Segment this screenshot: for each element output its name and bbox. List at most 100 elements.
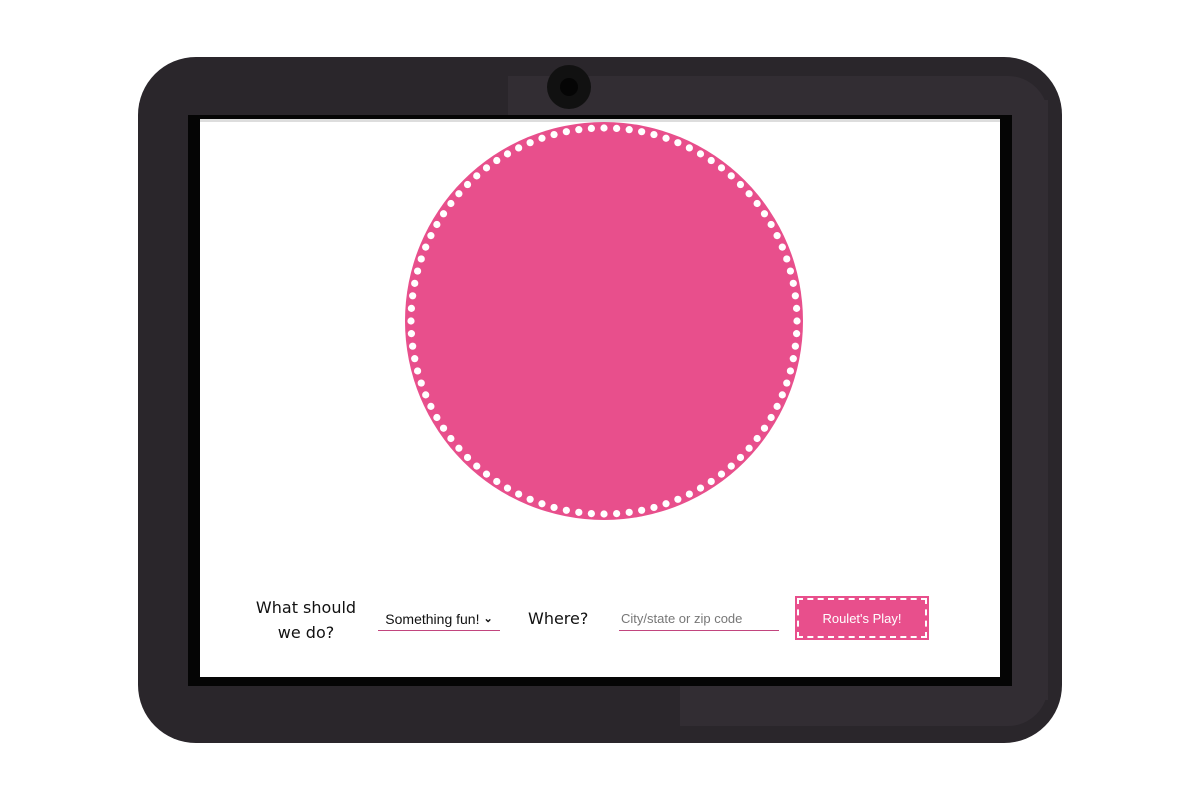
logo-border-dot [717,470,726,478]
logo-border-dot [447,434,455,443]
logo-border-dot [575,126,583,134]
logo-border-dot [783,255,791,263]
logo-border-dot [745,190,753,198]
logo-border-dot [707,477,715,486]
logo-border-dot [562,128,570,136]
logo-border-dot [455,190,463,198]
logo-border-dot [791,342,799,350]
logo-border-dot [760,424,769,432]
logo-border-dot [417,379,425,387]
logo-border-dot [613,509,621,518]
logo-border-dot [433,220,441,229]
logo-border-dot [493,477,501,486]
location-input[interactable] [619,607,779,631]
logo-border-dot [638,128,646,136]
where-label: Where? [528,609,589,628]
logo-border-dot [417,255,425,263]
logo-border-dot [422,243,430,251]
logo-border-dot [587,509,595,518]
logo-border-dot [427,402,435,410]
logo-border-dot [778,243,786,251]
logo-border-dot [783,379,791,387]
logo-border-dot [792,330,801,338]
app-screen: Roulet's Go Out What should we do? Somet… [200,119,1000,677]
logo-border-dot [409,342,417,350]
logo-border-dot [411,355,419,363]
logo-border-dot [587,124,595,133]
logo-border-dot [409,292,417,300]
logo-border-dot [662,134,670,142]
logo-border-dot [773,402,781,410]
logo-border-dot [407,304,416,312]
logo-border-dot [503,484,512,492]
logo-border-dot [789,355,797,363]
logo-border-dot [685,490,693,498]
activity-select[interactable]: Something fun! ⌄ [378,607,500,631]
logo-border-dot [736,453,745,462]
logo-border-dot [696,150,705,158]
logo-border-dot [538,134,546,142]
logo-border-dot [575,508,583,516]
logo-border-dot [600,510,608,518]
logo-border-dot [736,180,745,189]
logo-border-dot [717,164,726,172]
camera-lens [560,78,578,96]
logo-border-dot [791,292,799,300]
logo-border-dot [778,391,786,399]
logo-border-dot [753,434,761,443]
logo-border-dot [767,413,775,422]
logo-border-dot [767,220,775,229]
logo-border-dot [625,126,633,134]
logo-border-dot [696,484,705,492]
logo-border-dot [463,453,472,462]
logo-border-dot [773,232,781,240]
logo-border-dot [600,124,608,132]
logo-border-dot [789,279,797,287]
logo-border-dot [562,506,570,514]
logo-border-dot [727,172,735,180]
logo-border-dot [413,267,422,275]
logo-border-dot [727,462,735,470]
logo-border-dot [515,144,523,152]
logo-border-dot [455,444,463,452]
logo-border-dot [674,495,682,503]
logo-border-dot [433,413,441,422]
logo-border-dot [439,210,448,218]
logo-border-dot [526,139,534,147]
logo-border-dot [707,156,715,165]
logo-border-dot [786,267,795,275]
logo-border-dot [685,144,693,152]
logo-border-dot [745,444,753,452]
logo-border-dot [650,503,658,512]
logo-border-dot [792,304,801,312]
logo-border-dot [613,124,621,133]
activity-label: What should we do? [255,598,357,642]
logo-border-dot [650,130,658,139]
logo-border-dot [439,424,448,432]
logo-border-dot [760,210,769,218]
logo-border-dot [447,199,455,208]
tablet-frame-shade-right [1010,100,1048,700]
play-button[interactable]: Roulet's Play! [795,596,929,640]
logo-border-dot [411,279,419,287]
logo-border-dot [482,164,491,172]
logo-border-dot [625,508,633,516]
roulette-logo: Roulet's Go Out [405,122,804,521]
logo-border-dot [538,500,546,508]
logo-circle [405,122,803,520]
tablet-frame-shade-bottom [680,686,1048,726]
logo-border-dot [638,506,646,514]
logo-border-dot [422,391,430,399]
logo-border-dot [550,130,558,139]
logo-border-dot [662,500,670,508]
logo-border-dot [427,232,435,240]
search-form: What should we do? Something fun! ⌄ Wher… [200,595,1000,655]
logo-border-dot [463,180,472,189]
logo-border-dot [753,199,761,208]
logo-border-dot [473,172,481,180]
logo-border-dot [473,462,481,470]
activity-select-value: Something fun! [385,610,480,627]
logo-border-dot [413,367,422,375]
logo-border-dot [407,330,416,338]
logo-border-dot [793,317,801,325]
